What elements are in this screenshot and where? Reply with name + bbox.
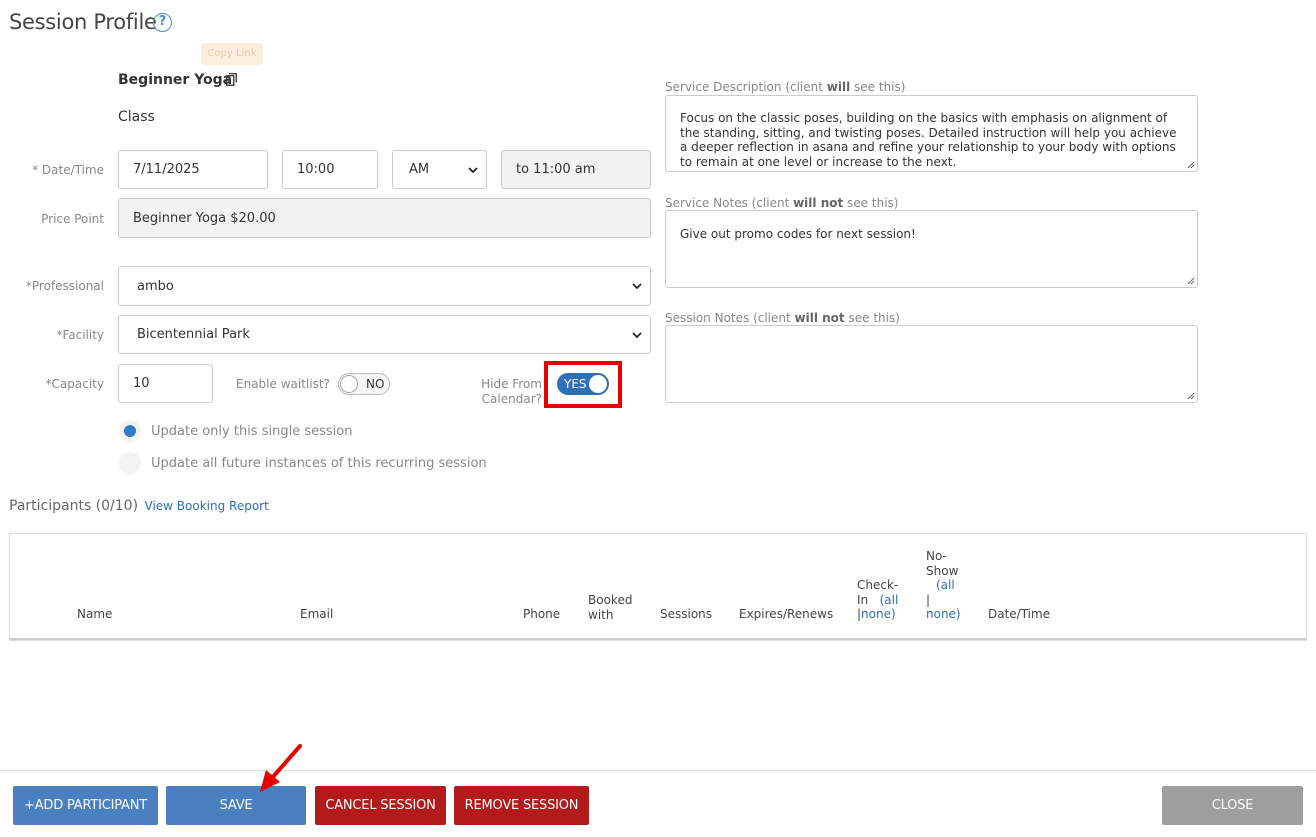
column-header-expires[interactable]: Expires/Renews: [739, 607, 833, 622]
facility-label: *Facility: [56, 328, 104, 342]
radio-single-label: Update only this single session: [151, 424, 353, 439]
chevron-down-icon: [632, 331, 642, 338]
column-header-name[interactable]: Name: [77, 607, 112, 622]
column-header-sessions[interactable]: Sessions: [660, 607, 712, 622]
session-notes-label: Session Notes (client will not see this): [665, 311, 900, 325]
annotation-arrow-icon: [260, 744, 302, 792]
professional-select[interactable]: ambo: [118, 266, 651, 306]
column-header-booked-with[interactable]: Booked with: [588, 593, 632, 622]
capacity-label: *Capacity: [45, 377, 104, 391]
resize-handle-icon[interactable]: [1187, 392, 1195, 400]
column-header-datetime[interactable]: Date/Time: [988, 607, 1050, 622]
waitlist-toggle-text: NO: [366, 377, 385, 391]
resize-handle-icon[interactable]: [1187, 161, 1195, 169]
waitlist-toggle[interactable]: NO: [338, 373, 390, 395]
column-header-phone[interactable]: Phone: [523, 607, 560, 622]
service-description-textarea[interactable]: Focus on the classic poses, building on …: [665, 95, 1198, 172]
remove-session-button[interactable]: REMOVE SESSION: [454, 786, 589, 825]
price-point-value: Beginner Yoga $20.00: [133, 210, 276, 226]
noshow-all-link[interactable]: (all: [936, 578, 955, 592]
price-point-field: Beginner Yoga $20.00: [118, 198, 651, 238]
capacity-input[interactable]: 10: [118, 364, 213, 403]
waitlist-label: Enable waitlist?: [236, 377, 330, 391]
column-header-email[interactable]: Email: [300, 607, 333, 622]
column-header-noshow: No- Show (all | none): [926, 549, 961, 621]
professional-label: *Professional: [25, 279, 104, 293]
service-description-text: Focus on the classic poses, building on …: [680, 111, 1177, 169]
copy-icon[interactable]: [226, 73, 237, 86]
help-icon[interactable]: ?: [153, 13, 172, 32]
radio-all-label: Update all future instances of this recu…: [151, 456, 487, 471]
service-notes-textarea[interactable]: Give out promo codes for next session!: [665, 210, 1198, 288]
time-input[interactable]: 10:00: [282, 150, 378, 189]
hide-label-line2: Calendar?: [481, 391, 542, 406]
highlight-box: [544, 361, 622, 408]
checkin-none-link[interactable]: none): [861, 607, 896, 621]
date-value: 7/11/2025: [133, 162, 200, 177]
service-description-label: Service Description (client will see thi…: [665, 80, 906, 94]
radio-all-future[interactable]: [119, 452, 141, 474]
participants-table: Name Email Phone Booked with Sessions Ex…: [9, 533, 1307, 641]
price-label: Price Point: [41, 212, 104, 226]
datetime-label: * Date/Time: [32, 163, 104, 177]
participants-count: Participants (0/10): [9, 498, 139, 514]
radio-single-session[interactable]: [119, 420, 141, 442]
session-notes-textarea[interactable]: [665, 325, 1198, 403]
close-button[interactable]: CLOSE: [1162, 786, 1303, 825]
add-participant-button[interactable]: +ADD PARTICIPANT: [13, 786, 158, 825]
service-name: Beginner Yoga: [118, 72, 233, 88]
cancel-session-button[interactable]: CANCEL SESSION: [315, 786, 446, 825]
resize-handle-icon[interactable]: [1187, 277, 1195, 285]
page-title: Session Profile: [9, 10, 157, 34]
view-booking-report-link[interactable]: View Booking Report: [145, 499, 269, 513]
facility-select[interactable]: Bicentennial Park: [118, 315, 651, 354]
chevron-down-icon: [468, 166, 478, 173]
column-header-checkin: Check- In (all |none): [857, 578, 899, 621]
service-type: Class: [118, 109, 155, 125]
service-notes-text: Give out promo codes for next session!: [680, 227, 916, 241]
noshow-none-link[interactable]: none): [926, 607, 961, 621]
facility-value: Bicentennial Park: [137, 327, 250, 342]
ampm-value: AM: [409, 162, 430, 177]
chevron-down-icon: [632, 283, 642, 290]
hide-calendar-label: Hide From Calendar?: [472, 377, 542, 406]
date-input[interactable]: 7/11/2025: [118, 150, 268, 189]
toggle-knob: [340, 375, 358, 393]
time-value: 10:00: [297, 162, 335, 177]
service-notes-label: Service Notes (client will not see this): [665, 196, 899, 210]
end-time-display: to 11:00 am: [501, 150, 651, 189]
professional-value: ambo: [137, 278, 174, 294]
capacity-value: 10: [133, 376, 150, 391]
participants-heading: Participants (0/10) View Booking Report: [9, 498, 269, 514]
hide-label-line1: Hide From: [481, 377, 542, 391]
checkin-all-link[interactable]: (all: [880, 593, 899, 607]
end-time-value: to 11:00 am: [516, 162, 596, 177]
copy-link-tooltip: Copy Link: [201, 43, 263, 65]
ampm-select[interactable]: AM: [392, 150, 487, 189]
